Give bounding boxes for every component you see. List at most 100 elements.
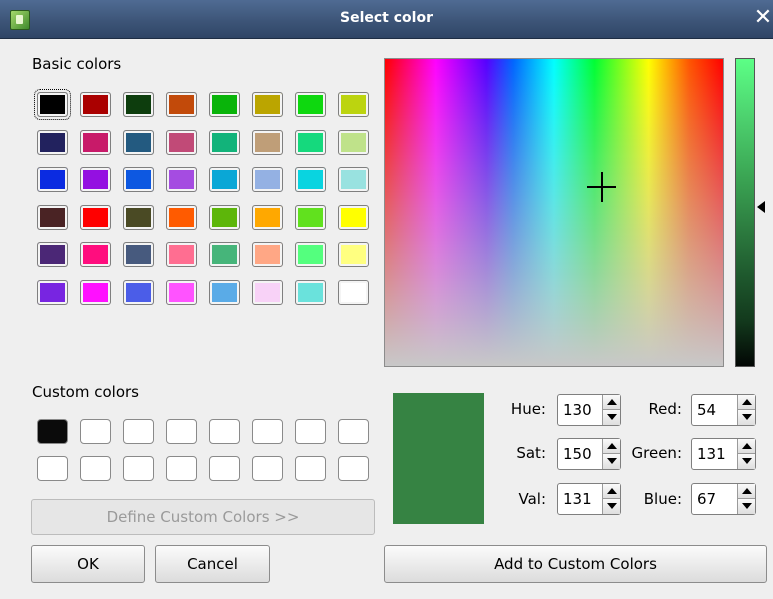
blue-up-arrow-icon[interactable] bbox=[737, 484, 755, 499]
blue-down-arrow-icon[interactable] bbox=[737, 499, 755, 514]
hue-up-arrow-icon[interactable] bbox=[602, 395, 620, 410]
custom-color-swatch[interactable] bbox=[252, 456, 283, 481]
red-spinbox[interactable]: 54 bbox=[691, 394, 756, 426]
blue-value[interactable]: 67 bbox=[697, 490, 716, 508]
basic-color-swatch[interactable] bbox=[166, 242, 197, 267]
custom-color-swatch[interactable] bbox=[252, 419, 283, 444]
basic-color-swatch[interactable] bbox=[338, 92, 369, 117]
custom-color-swatch[interactable] bbox=[209, 419, 240, 444]
basic-color-swatch[interactable] bbox=[80, 129, 111, 155]
basic-color-swatch[interactable] bbox=[209, 92, 240, 117]
basic-color-swatch[interactable] bbox=[123, 204, 154, 230]
basic-color-swatch[interactable] bbox=[123, 92, 154, 117]
basic-color-swatch[interactable] bbox=[166, 279, 197, 305]
basic-color-swatch[interactable] bbox=[37, 242, 68, 267]
basic-color-swatch[interactable] bbox=[338, 279, 369, 305]
sat-down-arrow-icon[interactable] bbox=[602, 454, 620, 469]
ok-button[interactable]: OK bbox=[31, 545, 145, 583]
custom-color-swatch[interactable] bbox=[123, 419, 154, 444]
red-down-arrow-icon[interactable] bbox=[737, 410, 755, 425]
close-icon[interactable]: ✕ bbox=[752, 6, 773, 30]
red-up-arrow-icon[interactable] bbox=[737, 395, 755, 410]
title-bar[interactable]: Select color ✕ bbox=[0, 0, 773, 39]
basic-color-swatch[interactable] bbox=[209, 129, 240, 155]
green-up-arrow-icon[interactable] bbox=[737, 439, 755, 454]
blue-spinbox[interactable]: 67 bbox=[691, 483, 756, 515]
val-spinbox[interactable]: 131 bbox=[557, 483, 621, 515]
cancel-button[interactable]: Cancel bbox=[155, 545, 270, 583]
custom-color-swatch[interactable] bbox=[209, 456, 240, 481]
hue-spinbox[interactable]: 130 bbox=[557, 394, 621, 426]
basic-color-swatch[interactable] bbox=[295, 279, 326, 305]
basic-color-swatch[interactable] bbox=[80, 92, 111, 117]
basic-color-swatch[interactable] bbox=[166, 204, 197, 230]
val-up-arrow-icon[interactable] bbox=[602, 484, 620, 499]
basic-color-swatch[interactable] bbox=[295, 204, 326, 230]
basic-color-swatch[interactable] bbox=[34, 89, 71, 120]
custom-color-swatch[interactable] bbox=[37, 456, 68, 481]
custom-color-swatch[interactable] bbox=[338, 419, 369, 444]
basic-color-swatch[interactable] bbox=[209, 279, 240, 305]
sat-up-arrow-icon[interactable] bbox=[602, 439, 620, 454]
custom-color-swatch[interactable] bbox=[80, 456, 111, 481]
custom-color-swatch[interactable] bbox=[80, 419, 111, 444]
basic-colors-label: Basic colors bbox=[32, 55, 122, 73]
custom-color-swatch[interactable] bbox=[166, 419, 197, 444]
green-value[interactable]: 131 bbox=[697, 445, 726, 463]
basic-color-swatch[interactable] bbox=[295, 167, 326, 192]
basic-color-swatch[interactable] bbox=[252, 242, 283, 267]
basic-color-swatch[interactable] bbox=[252, 167, 283, 192]
val-down-arrow-icon[interactable] bbox=[602, 499, 620, 514]
custom-color-swatch[interactable] bbox=[295, 419, 326, 444]
add-to-custom-colors-button[interactable]: Add to Custom Colors bbox=[384, 545, 767, 583]
basic-color-swatch[interactable] bbox=[252, 92, 283, 117]
basic-color-swatch[interactable] bbox=[295, 129, 326, 155]
color-preview bbox=[393, 393, 484, 524]
basic-color-swatch[interactable] bbox=[37, 167, 68, 192]
sat-value[interactable]: 150 bbox=[563, 445, 592, 463]
basic-color-swatch[interactable] bbox=[80, 204, 111, 230]
sat-spinbox[interactable]: 150 bbox=[557, 438, 621, 470]
basic-color-swatch[interactable] bbox=[123, 279, 154, 305]
basic-color-swatch[interactable] bbox=[338, 204, 369, 230]
custom-color-swatch[interactable] bbox=[166, 456, 197, 481]
basic-color-swatch[interactable] bbox=[123, 129, 154, 155]
custom-color-swatch[interactable] bbox=[37, 419, 68, 444]
basic-color-swatch[interactable] bbox=[252, 129, 283, 155]
basic-color-swatch[interactable] bbox=[166, 92, 197, 117]
red-value[interactable]: 54 bbox=[697, 401, 716, 419]
basic-color-swatch[interactable] bbox=[80, 167, 111, 192]
hue-saturation-picker[interactable] bbox=[384, 58, 724, 367]
green-spinbox[interactable]: 131 bbox=[691, 438, 756, 470]
custom-color-swatch[interactable] bbox=[123, 456, 154, 481]
hue-value[interactable]: 130 bbox=[563, 401, 592, 419]
val-value[interactable]: 131 bbox=[563, 490, 592, 508]
basic-color-swatch[interactable] bbox=[166, 167, 197, 192]
custom-color-swatch[interactable] bbox=[295, 456, 326, 481]
basic-color-swatch[interactable] bbox=[80, 242, 111, 267]
basic-color-swatch[interactable] bbox=[252, 204, 283, 230]
basic-color-swatch[interactable] bbox=[338, 129, 369, 155]
basic-color-swatch[interactable] bbox=[338, 242, 369, 267]
basic-color-swatch[interactable] bbox=[209, 204, 240, 230]
basic-color-swatch[interactable] bbox=[252, 279, 283, 305]
hue-down-arrow-icon[interactable] bbox=[602, 410, 620, 425]
basic-color-swatch[interactable] bbox=[295, 242, 326, 267]
basic-color-swatch[interactable] bbox=[209, 242, 240, 267]
custom-color-swatch[interactable] bbox=[338, 456, 369, 481]
basic-color-swatch[interactable] bbox=[80, 279, 111, 305]
basic-color-swatch[interactable] bbox=[37, 129, 68, 155]
basic-color-swatch[interactable] bbox=[37, 204, 68, 230]
value-slider[interactable] bbox=[735, 58, 755, 367]
green-down-arrow-icon[interactable] bbox=[737, 454, 755, 469]
define-custom-colors-button[interactable]: Define Custom Colors >> bbox=[31, 499, 375, 535]
basic-color-swatch[interactable] bbox=[209, 167, 240, 192]
blue-label: Blue: bbox=[643, 490, 682, 508]
basic-color-swatch[interactable] bbox=[338, 167, 369, 192]
basic-color-swatch[interactable] bbox=[123, 167, 154, 192]
basic-color-swatch[interactable] bbox=[37, 279, 68, 305]
basic-color-swatch[interactable] bbox=[123, 242, 154, 267]
value-slider-arrow-icon[interactable] bbox=[757, 201, 765, 213]
basic-color-swatch[interactable] bbox=[295, 92, 326, 117]
basic-color-swatch[interactable] bbox=[166, 129, 197, 155]
